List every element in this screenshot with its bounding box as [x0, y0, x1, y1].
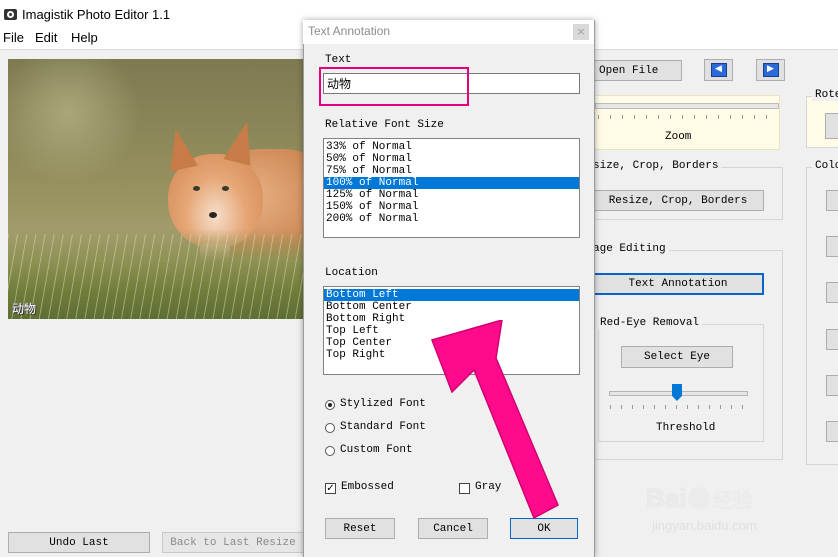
paw-icon — [688, 487, 711, 509]
redeye-group-title: Red-Eye Removal — [597, 317, 703, 329]
standard-font-label: Standard Font — [340, 421, 426, 433]
image-preview[interactable]: 动物 — [8, 59, 304, 319]
app-title: Imagistik Photo Editor 1.1 — [22, 7, 171, 22]
resize-group-title: size, Crop, Borders — [590, 160, 722, 172]
close-icon[interactable]: × — [573, 24, 589, 40]
stylized-font-label: Stylized Font — [340, 398, 426, 410]
font-size-100[interactable]: 100% of Normal — [324, 177, 579, 189]
font-size-list[interactable]: 33% of Normal 50% of Normal 75% of Norma… — [323, 138, 580, 238]
color-group-title: Colo — [812, 160, 838, 172]
select-eye-button[interactable]: Select Eye — [621, 346, 733, 368]
open-file-button[interactable]: Open File — [592, 60, 682, 81]
custom-font-radio[interactable] — [325, 446, 335, 456]
undo-last-button[interactable]: Undo Last — [8, 532, 150, 553]
fox-ear-left — [162, 126, 198, 172]
embossed-label: Embossed — [341, 481, 394, 493]
zoom-slider[interactable] — [595, 103, 779, 109]
watermark-brand: Bai — [646, 483, 687, 513]
arrow-right-icon: ▶ — [762, 63, 779, 77]
font-size-33[interactable]: 33% of Normal — [324, 141, 579, 153]
embossed-checkbox[interactable]: ✓ — [325, 483, 336, 494]
rotate-group-title: Rote — [812, 89, 838, 101]
text-annotation-button[interactable]: Text Annotation — [592, 273, 764, 295]
location-label: Location — [325, 267, 378, 279]
font-size-75[interactable]: 75% of Normal — [324, 165, 579, 177]
color-button-4[interactable] — [826, 329, 838, 350]
watermark-url: jingyan.baidu.com — [652, 518, 757, 533]
reset-button[interactable]: Reset — [325, 518, 395, 539]
menu-help[interactable]: Help — [71, 30, 98, 45]
watermark-brand2: 经验 — [712, 488, 753, 512]
menu-file[interactable]: File — [3, 30, 24, 45]
camera-icon — [4, 9, 17, 20]
custom-font-label: Custom Font — [340, 444, 413, 456]
baidu-watermark: Bai 经验 — [646, 483, 752, 514]
color-button-6[interactable] — [826, 421, 838, 442]
font-size-200[interactable]: 200% of Normal — [324, 213, 579, 225]
text-label: Text — [325, 54, 352, 66]
font-size-150[interactable]: 150% of Normal — [324, 201, 579, 213]
stylized-font-radio[interactable] — [325, 400, 335, 410]
grass-blades — [8, 234, 304, 319]
zoom-label: Zoom — [665, 131, 692, 143]
back-to-last-resize-button[interactable]: Back to Last Resize — [162, 532, 304, 553]
text-highlight-box — [319, 67, 469, 106]
color-button-3[interactable] — [826, 282, 838, 303]
threshold-label: Threshold — [656, 422, 716, 434]
image-editing-group-title: age Editing — [590, 243, 669, 255]
back-arrow-button[interactable]: ◀ — [704, 59, 733, 81]
rotate-button-1[interactable] — [825, 113, 838, 139]
resize-crop-borders-button[interactable]: Resize, Crop, Borders — [592, 190, 764, 211]
font-size-125[interactable]: 125% of Normal — [324, 189, 579, 201]
arrow-left-icon: ◀ — [710, 63, 727, 77]
font-size-50[interactable]: 50% of Normal — [324, 153, 579, 165]
background-blur — [8, 59, 148, 179]
menu-edit[interactable]: Edit — [35, 30, 57, 45]
dialog-title: Text Annotation — [308, 24, 391, 38]
zoom-ticks — [598, 115, 774, 119]
color-button-1[interactable] — [826, 190, 838, 211]
pointer-arrow-icon — [431, 320, 559, 520]
forward-arrow-button[interactable]: ▶ — [756, 59, 785, 81]
color-button-5[interactable] — [826, 375, 838, 396]
location-bottom-center[interactable]: Bottom Center — [324, 301, 579, 313]
fox-eye-left — [193, 186, 200, 191]
color-button-2[interactable] — [826, 236, 838, 257]
fox-eye-right — [222, 186, 229, 191]
threshold-ticks — [610, 405, 746, 409]
fox-nose — [209, 212, 217, 218]
location-bottom-left[interactable]: Bottom Left — [324, 289, 579, 301]
standard-font-radio[interactable] — [325, 423, 335, 433]
font-size-label: Relative Font Size — [325, 119, 444, 131]
image-caption: 动物 — [12, 302, 37, 316]
